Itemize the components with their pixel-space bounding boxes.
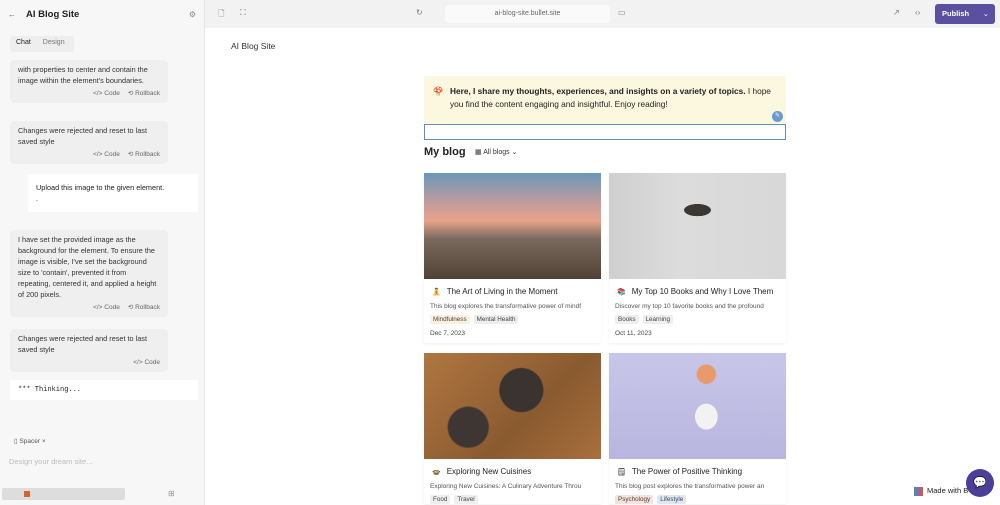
post-icon: 🗒 [617,469,626,476]
grid-icon[interactable]: ⛶ [240,8,246,18]
sidebar-tabs: Chat Design [10,36,74,52]
url-bar[interactable]: ai-blog-site.bullet.site [445,5,610,23]
stop-icon[interactable] [24,491,30,497]
blog-card[interactable]: 📚 My Top 10 Books and Why I Love Them Dis… [609,173,786,343]
rollback-button[interactable]: ⟲ Rollback [128,151,160,158]
section-title: My blog [424,146,466,158]
element-chip: ▯ Spacer × [14,437,46,445]
all-blogs-dropdown[interactable]: ▦ All blogs ⌄ [475,148,517,156]
remove-chip-icon[interactable]: × [42,438,46,445]
rollback-button[interactable]: ⟲ Rollback [128,90,160,97]
code-button[interactable]: </> Code [93,90,120,97]
selected-element-box[interactable]: ✎ [424,111,786,140]
external-link-icon[interactable]: ↗ [893,8,900,17]
post-image [609,173,786,279]
made-with-badge[interactable]: Made with B [914,486,968,496]
chat-sidebar: ← AI Blog Site ⚙ Chat Design with proper… [0,0,205,505]
chat-support-button[interactable]: 💬 [966,469,994,497]
post-icon: 🧘 [432,289,441,296]
back-arrow-icon[interactable]: ← [8,10,16,19]
edit-icon[interactable]: ✎ [772,111,783,122]
recording-toolbar[interactable] [2,488,125,500]
message-text: with properties to center and contain th… [18,65,148,85]
prompt-input[interactable]: Design your dream site... [9,457,92,466]
code-icon[interactable]: ‹› [915,8,920,17]
message-text: Changes were rejected and reset to last … [18,334,147,354]
assistant-message: Changes were rejected and reset to last … [10,121,168,164]
assistant-message: I have set the provided image as the bac… [10,230,168,317]
rollback-button[interactable]: ⟲ Rollback [128,304,160,311]
publish-button[interactable]: Publish ⌄ [935,4,995,24]
chat-icon: 💬 [973,477,987,489]
blog-card[interactable]: 🧘 The Art of Living in the Moment This bl… [424,173,601,343]
assistant-message: with properties to center and contain th… [10,60,168,103]
desktop-icon[interactable]: ▭ [618,8,626,17]
logo-icon [914,486,923,496]
code-button[interactable]: </> Code [93,151,120,158]
blog-card[interactable]: 🗒 The Power of Positive Thinking This blo… [609,353,786,504]
chevron-down-icon[interactable]: ⌄ [983,4,989,24]
intro-banner: 🍄 Here, I share my thoughts, experiences… [424,76,786,124]
settings-icon[interactable]: ⚙ [189,10,196,19]
site-name: AI Blog Site [231,41,276,51]
assistant-message: Changes were rejected and reset to last … [10,329,168,372]
post-icon: 📚 [617,289,626,296]
thinking-indicator: *** Thinking... [10,380,198,400]
post-image [609,353,786,459]
sidebar-header: ← AI Blog Site ⚙ [0,0,204,28]
post-image [424,173,601,279]
refresh-icon[interactable]: ↻ [416,8,423,17]
tab-chat[interactable]: Chat [10,36,37,52]
chip-label: Spacer [19,438,40,445]
page-icon[interactable]: 🗋 [218,8,224,22]
attach-icon[interactable]: ⊞ [168,489,175,498]
message-text: Changes were rejected and reset to last … [18,126,147,146]
code-button[interactable]: </> Code [133,359,160,366]
mushroom-icon: 🍄 [433,86,444,96]
code-button[interactable]: </> Code [93,304,120,311]
user-message: Upload this image to the given element. … [28,174,198,212]
post-icon: 🍲 [432,469,441,476]
tab-design[interactable]: Design [37,36,71,52]
message-text: I have set the provided image as the bac… [18,235,157,299]
blog-card[interactable]: 🍲 Exploring New Cuisines Exploring New Cu… [424,353,601,504]
project-title: AI Blog Site [26,8,80,20]
post-image [424,353,601,459]
